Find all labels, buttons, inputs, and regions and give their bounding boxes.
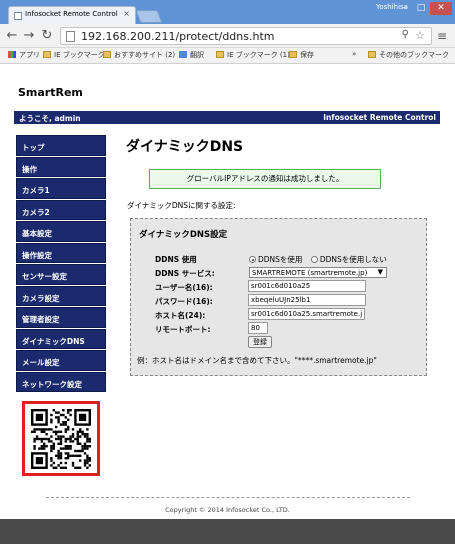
- bookmark-item[interactable]: おすすめサイト (2): [103, 50, 175, 60]
- sidebar-item[interactable]: ネットワーク設定: [16, 371, 106, 392]
- translate-icon: [179, 51, 187, 58]
- sidebar-item[interactable]: 基本設定: [16, 221, 106, 242]
- sidebar-item[interactable]: トップ: [16, 135, 106, 156]
- ddns-use-label: DDNS 使用: [155, 255, 197, 264]
- sidebar-item[interactable]: カメラ設定: [16, 285, 106, 306]
- qr-code-icon: [31, 409, 91, 469]
- section-intro: ダイナミックDNSに関する設定:: [127, 201, 236, 210]
- bookmark-item[interactable]: IE ブックマーク: [43, 50, 105, 60]
- bookmark-label: その他のブックマーク: [379, 51, 449, 59]
- bookmarks-bar: アプリ IE ブックマーク おすすめサイト (2) 翻訳 IE ブックマーク (1) 保存…: [0, 48, 455, 64]
- sidebar-item[interactable]: カメラ2: [16, 199, 106, 220]
- hostname-field[interactable]: [248, 308, 365, 320]
- footer-divider: [46, 497, 410, 498]
- bookmark-item[interactable]: »: [352, 50, 356, 58]
- bookmark-label: アプリ: [19, 51, 40, 59]
- password-label: パスワード(16):: [155, 297, 213, 306]
- forward-arrow-icon[interactable]: →: [22, 28, 36, 44]
- bookmark-star-icon[interactable]: ☆: [415, 29, 425, 42]
- browser-tab[interactable]: Infosocket Remote Control ×: [8, 6, 136, 24]
- bookmark-label: IE ブックマーク (1): [227, 51, 290, 59]
- sidebar-item[interactable]: ダイナミックDNS: [16, 328, 106, 349]
- address-bar[interactable]: 192.168.200.211/protect/ddns.htm ⚲ ☆: [60, 27, 432, 45]
- sidebar-item[interactable]: センサー設定: [16, 264, 106, 285]
- sidebar-item[interactable]: カメラ1: [16, 178, 106, 199]
- folder-icon: [103, 51, 111, 58]
- reload-icon[interactable]: ↻: [40, 28, 54, 44]
- minimize-button[interactable]: –: [398, 2, 412, 15]
- bookmark-item[interactable]: その他のブックマーク: [368, 50, 449, 60]
- url-text: 192.168.200.211/protect/ddns.htm: [81, 30, 275, 43]
- bookmark-label: 翻訳: [190, 51, 204, 59]
- chevron-down-icon: ▼: [377, 268, 383, 276]
- username-label: ユーザー名(16):: [155, 283, 213, 292]
- sidebar-item[interactable]: メール設定: [16, 350, 106, 371]
- bookmark-item[interactable]: 保存: [289, 50, 314, 60]
- bookmark-label: IE ブックマーク: [54, 51, 105, 59]
- ddns-use-radio-group: DDNSを使用 DDNSを使用しない: [249, 254, 393, 265]
- apps-icon: [8, 51, 16, 58]
- panel-title: ダイナミックDNS設定: [139, 230, 228, 240]
- welcome-text: ようこそ, admin: [19, 114, 81, 123]
- remote-port-label: リモートポート:: [155, 325, 211, 334]
- copyright-text: Copyright © 2014 Infosocket Co., LTD.: [165, 506, 290, 514]
- radio-ddns-use-label: DDNSを使用: [258, 255, 303, 264]
- ddns-service-label: DDNS サービス:: [155, 269, 215, 278]
- ddns-service-select[interactable]: SMARTREMOTE (smartremote.jp) ▼: [249, 267, 387, 278]
- radio-ddns-nouse-label: DDNSを使用しない: [319, 255, 387, 264]
- folder-icon: [216, 51, 224, 58]
- window-titlebar: Infosocket Remote Control × Yoshihisa – …: [0, 0, 455, 24]
- username-field[interactable]: [248, 280, 366, 292]
- password-field[interactable]: [248, 294, 366, 306]
- tab-title: Infosocket Remote Control: [25, 10, 118, 18]
- folder-icon: [289, 51, 297, 58]
- page-title: ダイナミックDNS: [126, 139, 244, 155]
- page-favicon-icon: [14, 12, 22, 20]
- ddns-service-value: SMARTREMOTE (smartremote.jp): [252, 269, 368, 277]
- folder-icon: [368, 51, 376, 58]
- sidebar-item[interactable]: 管理者設定: [16, 307, 106, 328]
- hamburger-menu-icon[interactable]: ≡: [437, 29, 447, 43]
- web-page: SmartRem ようこそ, admin Infosocket Remote C…: [0, 64, 455, 519]
- sidebar-item[interactable]: 操作設定: [16, 242, 106, 263]
- hostname-note: 例：ホスト名はドメイン名まで含めて下さい。"****.smartremote.j…: [137, 356, 377, 365]
- site-brand: SmartRem: [18, 86, 83, 99]
- back-arrow-icon[interactable]: ←: [5, 28, 19, 44]
- bookmark-label: 保存: [300, 51, 314, 59]
- sidebar-nav: トップ 操作 カメラ1 カメラ2 基本設定 操作設定 センサー設定 カメラ設定 管理者設定 ダイナ…: [16, 135, 106, 393]
- bookmark-label: おすすめサイト (2): [114, 51, 176, 59]
- sidebar-item[interactable]: 操作: [16, 156, 106, 177]
- register-button[interactable]: 登録: [248, 336, 272, 348]
- header-bar: ようこそ, admin Infosocket Remote Control: [14, 111, 440, 124]
- hostname-label: ホスト名(24):: [155, 311, 206, 320]
- success-notice: グローバルIPアドレスの通知は成功しました。: [149, 169, 381, 189]
- page-icon: [66, 31, 75, 42]
- zoom-search-icon[interactable]: ⚲: [402, 29, 409, 40]
- bookmark-item[interactable]: アプリ: [8, 50, 40, 60]
- radio-ddns-nouse[interactable]: [310, 256, 318, 263]
- browser-toolbar: ← → ↻ 192.168.200.211/protect/ddns.htm ⚲…: [0, 24, 455, 48]
- radio-ddns-use[interactable]: [249, 256, 256, 263]
- product-name: Infosocket Remote Control: [323, 113, 436, 122]
- bookmark-item[interactable]: 翻訳: [179, 50, 204, 60]
- ddns-settings-panel: ダイナミックDNS設定 DDNS 使用 DDNSを使用 DDNSを使用しない D…: [130, 218, 427, 376]
- folder-icon: [43, 51, 51, 58]
- bookmark-label: »: [352, 50, 357, 58]
- remote-port-field[interactable]: [248, 322, 268, 334]
- bookmark-item[interactable]: IE ブックマーク (1): [216, 50, 290, 60]
- close-window-button[interactable]: ✕: [430, 2, 452, 15]
- qr-code: [22, 401, 100, 476]
- maximize-button[interactable]: □: [414, 2, 428, 15]
- tab-close-icon[interactable]: ×: [123, 9, 130, 18]
- new-tab-button[interactable]: [135, 10, 163, 23]
